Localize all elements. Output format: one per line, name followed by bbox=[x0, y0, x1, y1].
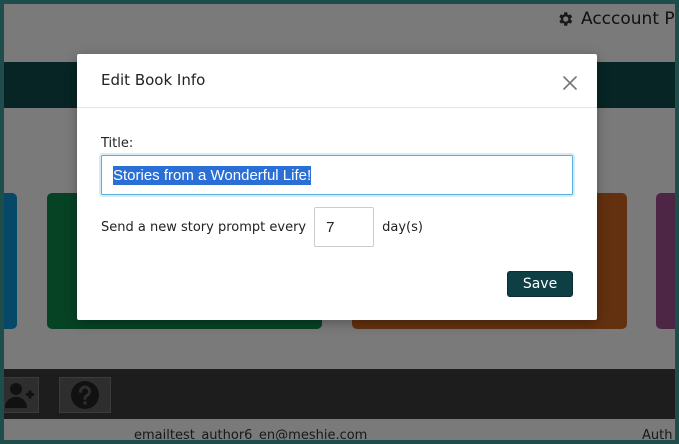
title-input-value: Stories from a Wonderful Life! bbox=[113, 165, 312, 185]
days-input-value: 7 bbox=[326, 218, 335, 236]
edit-book-dialog: Edit Book Info Title: Stories from a Won… bbox=[77, 54, 597, 320]
save-button[interactable]: Save bbox=[507, 271, 573, 297]
dialog-title: Edit Book Info bbox=[101, 71, 206, 89]
prompt-suffix-label: day(s) bbox=[382, 219, 423, 235]
prompt-frequency-row: Send a new story prompt every 7 day(s) bbox=[101, 207, 423, 247]
title-input[interactable]: Stories from a Wonderful Life! bbox=[101, 155, 573, 195]
close-icon[interactable] bbox=[563, 76, 577, 90]
app-window: Acccount P emailtest_author6_en@meshie.c… bbox=[4, 4, 675, 440]
days-input[interactable]: 7 bbox=[314, 207, 375, 247]
prompt-prefix-label: Send a new story prompt every bbox=[101, 219, 307, 235]
dialog-header: Edit Book Info bbox=[77, 54, 597, 108]
title-label: Title: bbox=[101, 136, 134, 151]
